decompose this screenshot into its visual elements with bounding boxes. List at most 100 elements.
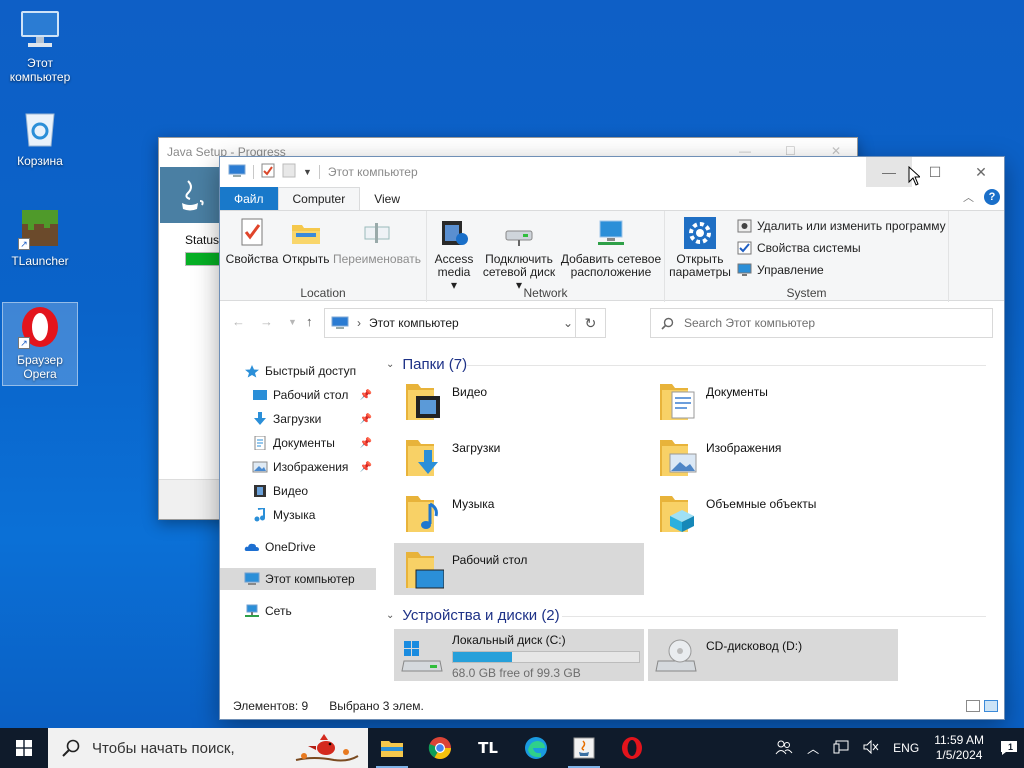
- nav-music[interactable]: Музыка: [220, 504, 376, 526]
- input-language[interactable]: ENG: [893, 741, 919, 755]
- chevron-down-icon[interactable]: ▼: [303, 167, 312, 177]
- nav-documents[interactable]: Документы 📌: [220, 432, 376, 454]
- taskbar-search-box[interactable]: Чтобы начать поиск,: [48, 728, 368, 768]
- folder-item-music[interactable]: Музыка: [394, 487, 644, 539]
- up-arrow-icon[interactable]: ↑: [306, 314, 313, 329]
- taskbar-file-explorer[interactable]: [368, 728, 416, 768]
- drive-free-space: 68.0 GB free of 99.3 GB: [452, 666, 581, 680]
- chevron-down-icon[interactable]: ⌄: [386, 359, 394, 370]
- uninstall-program-button[interactable]: Удалить или изменить программу: [737, 219, 946, 233]
- file-explorer-window[interactable]: ▼ Этот компьютер — ☐ ✕ Файл Computer Vie…: [219, 156, 1005, 720]
- recent-chevron-icon[interactable]: ▼: [288, 317, 297, 327]
- folder-item-desktop[interactable]: Рабочий стол: [394, 543, 644, 595]
- minimize-button[interactable]: —: [866, 157, 912, 187]
- manage-button[interactable]: Управление: [737, 263, 824, 277]
- system-tray: ︿ ENG 11:59 AM 1/5/2024 1: [768, 728, 1024, 768]
- breadcrumb[interactable]: Этот компьютер: [369, 316, 459, 330]
- tab-file[interactable]: Файл: [220, 187, 278, 210]
- breadcrumb-chevron-icon[interactable]: ›: [357, 316, 361, 330]
- add-network-location-button[interactable]: Добавить сетевое расположение: [559, 217, 663, 279]
- navigation-pane: Быстрый доступ Рабочий стол 📌 Загрузки 📌…: [220, 355, 380, 685]
- properties-quick-icon[interactable]: [261, 163, 275, 181]
- drive-usage-bar: [452, 651, 640, 663]
- separator: [253, 165, 254, 179]
- tab-computer[interactable]: Computer: [277, 187, 361, 210]
- back-arrow-icon[interactable]: ←: [232, 314, 245, 329]
- taskbar-tlauncher[interactable]: TL: [464, 728, 512, 768]
- nav-onedrive[interactable]: OneDrive: [220, 536, 376, 558]
- nav-pictures[interactable]: Изображения 📌: [220, 456, 376, 478]
- map-network-drive-button[interactable]: Подключить сетевой диск ▾: [479, 217, 559, 292]
- folder-item-3d-objects[interactable]: Объемные объекты: [648, 487, 898, 539]
- address-bar[interactable]: › Этот компьютер ⌄ ↻: [324, 308, 606, 338]
- taskbar: Чтобы начать поиск, TL ︿ ENG 11:59 AM 1/…: [0, 728, 1024, 768]
- close-button[interactable]: ✕: [958, 157, 1004, 187]
- start-button[interactable]: [0, 728, 48, 768]
- open-folder-icon: [290, 217, 322, 249]
- tiles-view-icon[interactable]: [984, 700, 998, 712]
- mouse-cursor-icon: [908, 166, 920, 186]
- network-tray-icon[interactable]: [833, 740, 849, 757]
- taskbar-chrome[interactable]: [416, 728, 464, 768]
- desktop-icon-recycle-bin[interactable]: Корзина: [2, 106, 78, 168]
- pictures-folder-icon: [658, 436, 698, 478]
- ribbon-group-label: Network: [523, 286, 568, 300]
- people-icon[interactable]: [775, 739, 793, 758]
- show-hidden-icons-chevron-icon[interactable]: ︿: [807, 740, 819, 757]
- devices-group-header[interactable]: ⌄ Устройства и диски (2): [386, 607, 986, 624]
- nav-this-pc[interactable]: Этот компьютер: [220, 568, 376, 590]
- clock[interactable]: 11:59 AM 1/5/2024: [934, 733, 984, 763]
- taskbar-java-setup[interactable]: [560, 728, 608, 768]
- drive-usage-fill: [453, 652, 512, 662]
- properties-button[interactable]: Свойства: [226, 217, 278, 266]
- chevron-down-icon[interactable]: ⌄: [386, 610, 394, 621]
- open-button[interactable]: Открыть: [280, 217, 332, 266]
- chevron-down-icon[interactable]: ⌄: [563, 316, 573, 330]
- folder-item-downloads[interactable]: Загрузки: [394, 431, 644, 483]
- forward-arrow-icon[interactable]: →: [260, 314, 273, 329]
- desktop-icon-tlauncher[interactable]: ↗ TLauncher: [2, 206, 78, 268]
- media-icon: [438, 217, 470, 249]
- desktop-icon-this-pc[interactable]: Этот компьютер: [2, 8, 78, 84]
- nav-videos[interactable]: Видео: [220, 480, 376, 502]
- film-icon: [254, 485, 266, 497]
- status-bar: Элементов: 9 Выбрано 3 элем.: [220, 693, 1004, 719]
- folder-item-documents[interactable]: Документы: [648, 375, 898, 427]
- music-folder-icon: [404, 492, 444, 534]
- nav-quick-access[interactable]: Быстрый доступ: [220, 360, 376, 382]
- rename-button[interactable]: Переименовать: [332, 217, 422, 266]
- folders-group-header[interactable]: ⌄ Папки (7): [386, 356, 986, 373]
- folder-item-videos[interactable]: Видео: [394, 375, 644, 427]
- desktop-icon-opera[interactable]: ↗ Браузер Opera: [2, 302, 78, 386]
- new-folder-quick-icon[interactable]: [282, 163, 296, 181]
- action-center-button[interactable]: 1: [994, 728, 1024, 768]
- pin-icon: 📌: [359, 461, 372, 473]
- tab-view[interactable]: View: [360, 187, 414, 210]
- volume-muted-icon[interactable]: [863, 739, 879, 757]
- cd-drive-icon: [654, 635, 698, 675]
- drive-item-c[interactable]: Локальный диск (C:) 68.0 GB free of 99.3…: [394, 629, 644, 681]
- access-media-button[interactable]: Access media ▾: [433, 217, 475, 292]
- nav-desktop[interactable]: Рабочий стол 📌: [220, 384, 376, 406]
- nav-network[interactable]: Сеть: [220, 600, 376, 622]
- nav-downloads[interactable]: Загрузки 📌: [220, 408, 376, 430]
- details-view-icon[interactable]: [966, 700, 980, 712]
- ribbon: Свойства Открыть Переименовать Location: [220, 210, 1004, 302]
- system-properties-button[interactable]: Свойства системы: [737, 241, 861, 255]
- folder-item-pictures[interactable]: Изображения: [648, 431, 898, 483]
- collapse-ribbon-icon[interactable]: ︿: [963, 189, 974, 205]
- java-logo: [160, 167, 220, 223]
- refresh-button[interactable]: ↻: [575, 309, 605, 337]
- explorer-titlebar[interactable]: ▼ Этот компьютер — ☐ ✕: [220, 157, 1004, 187]
- taskbar-opera[interactable]: [608, 728, 656, 768]
- pin-icon: 📌: [359, 437, 372, 449]
- java-icon: [573, 737, 595, 759]
- ribbon-group-label: System: [786, 286, 827, 300]
- search-input[interactable]: Search Этот компьютер: [650, 308, 993, 338]
- help-icon[interactable]: ?: [984, 189, 1000, 205]
- open-settings-button[interactable]: Открыть параметры: [669, 217, 731, 279]
- opera-icon: ↗: [18, 305, 62, 349]
- taskbar-edge[interactable]: [512, 728, 560, 768]
- notification-count: 1: [1008, 742, 1014, 752]
- drive-item-d[interactable]: CD-дисковод (D:): [648, 629, 898, 681]
